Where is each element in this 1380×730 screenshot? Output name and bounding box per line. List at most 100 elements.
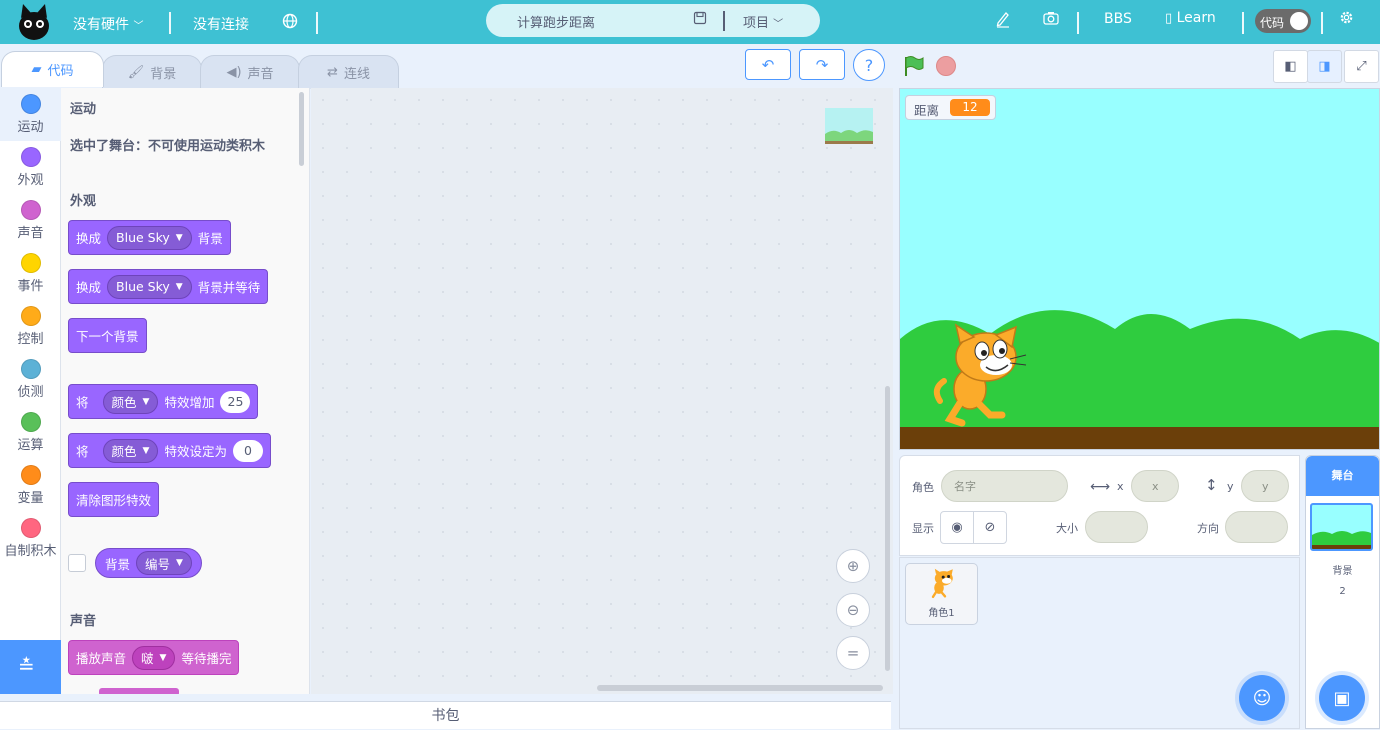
category-events[interactable]: 事件: [0, 247, 61, 300]
backdrop-property-dropdown[interactable]: 编号 ▼: [136, 551, 192, 575]
events-dot-icon: [20, 253, 41, 273]
code-mode-toggle[interactable]: 代码: [1255, 9, 1311, 33]
size-input[interactable]: [1085, 511, 1148, 543]
my-blocks-dot-icon: [20, 518, 41, 538]
tab-code[interactable]: ▰ 代码: [1, 51, 104, 87]
variable-monitor[interactable]: 距离 12: [905, 95, 996, 120]
zoom-reset-button[interactable]: =: [836, 636, 870, 670]
sprite-tile[interactable]: 角色1: [905, 563, 978, 625]
motion-stage-note: 选中了舞台：不可使用运动类积木: [70, 139, 266, 154]
fullscreen-icon: ⤢: [1356, 59, 1367, 74]
monitor-checkbox[interactable]: [68, 554, 86, 572]
hardware-menu[interactable]: 没有硬件 ﹀: [73, 14, 143, 34]
backdrops-label: 背景: [1332, 566, 1353, 577]
stop-icon[interactable]: [936, 56, 956, 76]
camera-icon[interactable]: [1043, 11, 1059, 29]
gear-icon[interactable]: [1339, 10, 1354, 29]
learn-link[interactable]: ▯ Learn: [1165, 10, 1216, 26]
script-workspace[interactable]: [311, 88, 893, 694]
dropdown-value: Blue Sky: [116, 279, 170, 294]
project-title-input[interactable]: 计算跑步距离: [517, 12, 595, 31]
tab-code-label: 代码: [47, 64, 74, 79]
category-my-blocks[interactable]: 自制积木: [0, 512, 61, 565]
fullscreen-button[interactable]: ⤢: [1344, 50, 1379, 83]
block-switch-backdrop[interactable]: 换成 Blue Sky ▼ 背景: [68, 220, 231, 255]
normal-stage-button[interactable]: ◨: [1307, 50, 1342, 83]
cat-thumbnail-icon: [931, 568, 953, 599]
eye-slash-icon: ⊘: [984, 520, 996, 535]
zoom-in-icon: ⊕: [846, 557, 860, 575]
variables-dot-icon: [20, 465, 41, 485]
caret-down-icon: ▼: [175, 281, 183, 292]
category-label: 运算: [17, 438, 44, 453]
tab-backdrops[interactable]: 🖌 背景: [102, 55, 202, 89]
redo-button[interactable]: ↷: [799, 49, 845, 80]
block-change-effect[interactable]: 将 颜色 ▼ 特效增加 25: [68, 384, 259, 419]
hide-sprite-button[interactable]: ⊘: [973, 511, 1007, 544]
add-sprite-button[interactable]: ☺: [1239, 675, 1285, 721]
effect-change-input[interactable]: 25: [220, 390, 251, 413]
zoom-in-button[interactable]: ⊕: [836, 549, 870, 583]
globe-icon[interactable]: [282, 13, 298, 33]
block-play-sound-until-done[interactable]: 播放声音 啵 ▼ 等待播完: [68, 640, 240, 675]
x-input[interactable]: x: [1131, 470, 1179, 502]
block-text: 等待播完: [181, 651, 232, 666]
connection-menu[interactable]: 没有连接: [193, 14, 249, 34]
effect-dropdown[interactable]: 颜色 ▼: [102, 438, 159, 463]
block-backdrop-reporter[interactable]: 背景 编号 ▼: [95, 548, 202, 578]
chevron-down-icon: ﹀: [133, 21, 144, 32]
help-button[interactable]: ?: [853, 49, 885, 81]
backdrop-dropdown[interactable]: Blue Sky ▼: [107, 225, 192, 250]
category-variables[interactable]: 变量: [0, 459, 61, 512]
divider: [169, 12, 171, 34]
block-palette: 运动 选中了舞台：不可使用运动类积木 外观 换成 Blue Sky ▼ 背景 换成…: [61, 88, 310, 694]
cat-sprite[interactable]: [930, 323, 1030, 429]
add-extension-button[interactable]: ≛: [0, 640, 61, 694]
category-control[interactable]: 控制: [0, 300, 61, 353]
edit-icon[interactable]: [995, 10, 1011, 32]
bbs-link[interactable]: BBS: [1104, 11, 1132, 27]
palette-scrollbar[interactable]: [299, 92, 304, 166]
block-next-backdrop[interactable]: 下一个背景: [68, 318, 147, 353]
category-motion[interactable]: 运动: [0, 88, 61, 141]
save-icon[interactable]: [693, 11, 707, 29]
direction-label: 方向: [1197, 522, 1219, 535]
y-input[interactable]: y: [1241, 470, 1289, 502]
zoom-out-button[interactable]: ⊖: [836, 593, 870, 627]
category-looks[interactable]: 外观: [0, 141, 61, 194]
add-backdrop-button[interactable]: ▣: [1319, 675, 1365, 721]
partial-block: [99, 688, 179, 694]
green-flag-icon[interactable]: [903, 55, 925, 81]
backdrop-dropdown[interactable]: Blue Sky ▼: [107, 274, 192, 299]
motion-dot-icon: [20, 94, 41, 114]
effect-set-input[interactable]: 0: [232, 439, 263, 462]
stage-canvas[interactable]: [899, 88, 1380, 450]
sprite-name-input[interactable]: 名字: [941, 470, 1068, 502]
project-menu[interactable]: 项目 ﹀: [743, 12, 783, 31]
tab-connect[interactable]: ⇄ 连线: [298, 55, 399, 89]
project-menu-label: 项目: [743, 16, 770, 31]
category-label: 自制积木: [4, 544, 57, 559]
small-stage-button[interactable]: ◧: [1273, 50, 1308, 83]
block-text: 清除图形特效: [76, 493, 152, 508]
workspace-vscrollbar[interactable]: [885, 386, 890, 671]
sound-dropdown[interactable]: 啵 ▼: [132, 645, 176, 670]
block-set-effect[interactable]: 将 颜色 ▼ 特效设定为 0: [68, 433, 271, 468]
workspace-hscrollbar[interactable]: [597, 685, 883, 691]
direction-input[interactable]: [1225, 511, 1288, 543]
show-sprite-button[interactable]: ◉: [940, 511, 974, 544]
effect-dropdown[interactable]: 颜色 ▼: [102, 389, 159, 414]
logo[interactable]: [14, 2, 54, 42]
learn-label: Learn: [1176, 10, 1216, 26]
caret-down-icon: ▼: [142, 445, 150, 456]
backpack[interactable]: 书包: [0, 701, 891, 729]
backdrop-thumbnail: [825, 108, 873, 144]
undo-icon: ↶: [761, 55, 775, 74]
category-operators[interactable]: 运算: [0, 406, 61, 459]
category-sensing[interactable]: 侦测: [0, 353, 61, 406]
tab-sounds[interactable]: ◀) 声音: [200, 55, 300, 89]
block-switch-backdrop-wait[interactable]: 换成 Blue Sky ▼ 背景并等待: [68, 269, 269, 304]
block-clear-effects[interactable]: 清除图形特效: [68, 482, 160, 517]
category-sound[interactable]: 声音: [0, 194, 61, 247]
undo-button[interactable]: ↶: [745, 49, 791, 80]
